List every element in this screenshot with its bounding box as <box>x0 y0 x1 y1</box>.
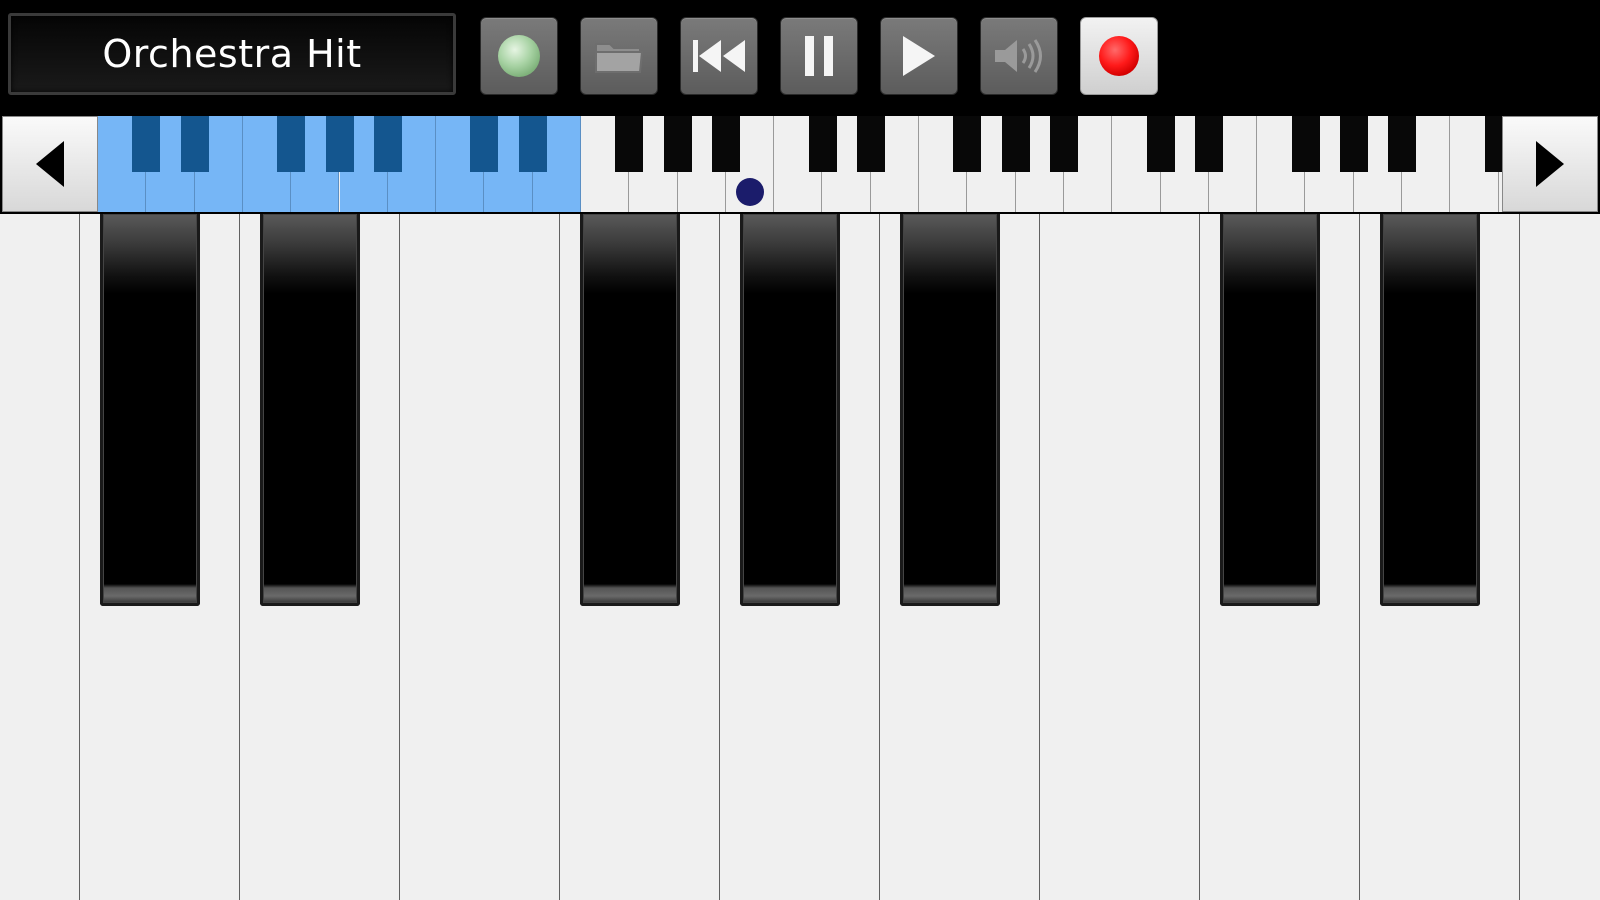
black-key[interactable] <box>740 214 840 606</box>
white-key[interactable] <box>1040 214 1200 900</box>
mini-black-key <box>132 116 161 172</box>
black-key[interactable] <box>100 214 200 606</box>
mini-black-key <box>856 116 885 172</box>
mini-black-key <box>1050 116 1078 172</box>
mini-black-key <box>325 116 354 172</box>
keyboard-navigator <box>0 114 1600 214</box>
record-icon <box>1099 36 1139 76</box>
mini-black-key <box>663 116 692 172</box>
mini-black-key <box>1388 116 1417 172</box>
mini-black-key <box>518 116 547 172</box>
triangle-left-icon <box>36 141 64 187</box>
mini-black-key <box>470 116 499 172</box>
mini-black-key <box>1001 116 1030 172</box>
scroll-right-button[interactable] <box>1502 116 1598 212</box>
toolbar: Orchestra Hit <box>0 0 1600 114</box>
mini-black-key <box>953 116 982 172</box>
black-key[interactable] <box>260 214 360 606</box>
rewind-button[interactable] <box>680 17 758 95</box>
metronome-button[interactable] <box>480 17 558 95</box>
mini-black-key <box>1484 116 1502 172</box>
mini-keyboard[interactable] <box>98 116 1502 212</box>
white-key[interactable] <box>1520 214 1600 900</box>
mini-black-key <box>1339 116 1368 172</box>
mini-black-key <box>711 116 740 172</box>
skip-back-icon <box>693 40 745 72</box>
play-button[interactable] <box>880 17 958 95</box>
black-key[interactable] <box>1380 214 1480 606</box>
mini-black-key <box>808 116 837 172</box>
mini-black-key <box>1146 116 1175 172</box>
black-key[interactable] <box>900 214 1000 606</box>
folder-icon <box>595 43 644 73</box>
mini-black-key <box>1194 116 1223 172</box>
pause-icon <box>805 36 833 76</box>
black-key[interactable] <box>580 214 680 606</box>
speaker-icon <box>995 39 1042 73</box>
scroll-left-button[interactable] <box>2 116 98 212</box>
mini-black-key <box>1291 116 1320 172</box>
black-key[interactable] <box>1220 214 1320 606</box>
pause-button[interactable] <box>780 17 858 95</box>
white-key[interactable] <box>400 214 560 900</box>
mini-black-key <box>277 116 306 172</box>
record-button[interactable] <box>1080 17 1158 95</box>
open-file-button[interactable] <box>580 17 658 95</box>
white-key[interactable] <box>0 214 80 900</box>
green-circle-icon <box>498 35 540 77</box>
triangle-right-icon <box>1536 141 1564 187</box>
piano-keyboard <box>0 214 1600 900</box>
mini-black-key <box>615 116 644 172</box>
piano-app: Orchestra Hit <box>0 0 1600 900</box>
instrument-name: Orchestra Hit <box>102 32 362 76</box>
position-marker <box>736 178 765 206</box>
play-icon <box>903 36 935 76</box>
volume-button[interactable] <box>980 17 1058 95</box>
instrument-selector[interactable]: Orchestra Hit <box>8 13 456 95</box>
mini-black-key <box>180 116 209 172</box>
mini-black-key <box>373 116 402 172</box>
